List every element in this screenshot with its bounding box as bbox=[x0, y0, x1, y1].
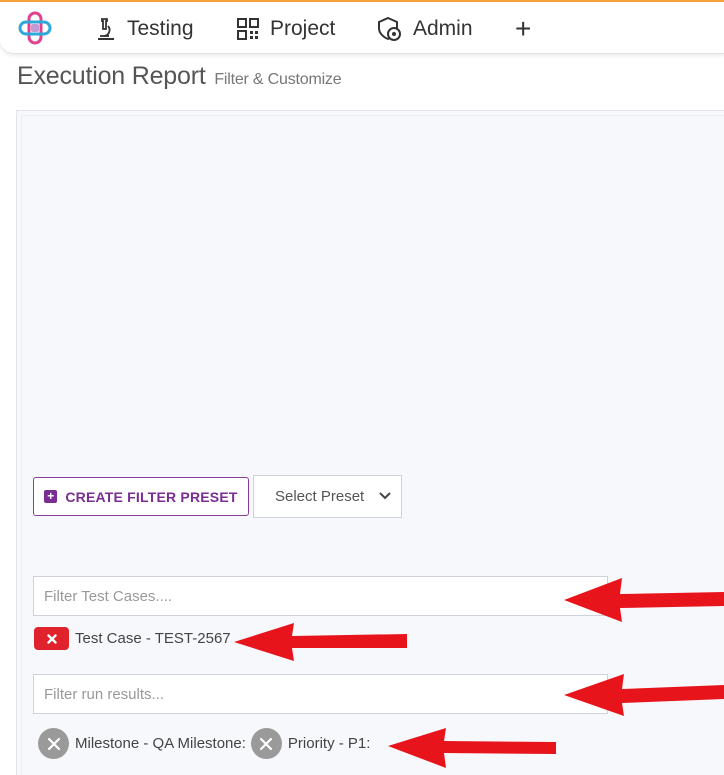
create-filter-preset-label: CREATE FILTER PRESET bbox=[65, 488, 238, 505]
filter-run-results-input[interactable] bbox=[33, 674, 608, 714]
select-preset-dropdown[interactable]: Select Preset bbox=[253, 475, 402, 518]
close-icon bbox=[47, 737, 60, 750]
page-title: Execution Report Filter & Customize bbox=[17, 62, 342, 91]
priority-chip-label: Priority - P1: bbox=[287, 735, 371, 752]
page-title-text: Execution Report bbox=[17, 62, 206, 90]
annotation-arrow-icon bbox=[564, 674, 724, 716]
microscope-icon bbox=[95, 17, 117, 41]
page-subtitle: Filter & Customize bbox=[214, 71, 342, 88]
close-icon bbox=[46, 633, 57, 644]
close-icon bbox=[260, 737, 273, 750]
remove-chip-button[interactable] bbox=[34, 627, 69, 650]
nav-project[interactable]: Project bbox=[236, 14, 335, 44]
nav-admin[interactable]: Admin bbox=[377, 14, 473, 44]
plus-icon: + bbox=[515, 13, 532, 44]
qr-grid-icon bbox=[236, 17, 260, 41]
add-nav-button[interactable]: + bbox=[515, 13, 532, 44]
create-filter-preset-button[interactable]: + CREATE FILTER PRESET bbox=[33, 477, 249, 516]
plus-square-icon: + bbox=[44, 490, 58, 503]
annotation-arrow-icon bbox=[388, 728, 556, 768]
test-case-chip: Test Case - TEST-2567 bbox=[34, 627, 231, 650]
remove-priority-chip-button[interactable] bbox=[250, 728, 282, 759]
test-case-chip-label: Test Case - TEST-2567 bbox=[75, 630, 231, 647]
annotation-arrow-icon bbox=[234, 623, 407, 661]
nav-admin-label: Admin bbox=[413, 17, 473, 40]
top-navbar: Testing Project Admin + bbox=[0, 0, 724, 54]
nav-project-label: Project bbox=[270, 17, 336, 40]
nav-testing-label: Testing bbox=[127, 17, 194, 40]
app-logo[interactable] bbox=[18, 11, 52, 45]
remove-milestone-chip-button[interactable] bbox=[38, 728, 69, 759]
chevron-down-icon bbox=[379, 492, 391, 500]
milestone-chip-label: Milestone - QA Milestone: bbox=[75, 735, 246, 752]
annotation-arrow-icon bbox=[564, 578, 724, 622]
filter-test-cases-input[interactable] bbox=[33, 576, 608, 616]
run-result-chips: Milestone - QA Milestone: Priority - P1: bbox=[38, 728, 375, 759]
shield-gear-icon bbox=[377, 16, 403, 42]
select-preset-value: Select Preset bbox=[275, 488, 365, 505]
nav-testing[interactable]: Testing bbox=[95, 14, 194, 44]
